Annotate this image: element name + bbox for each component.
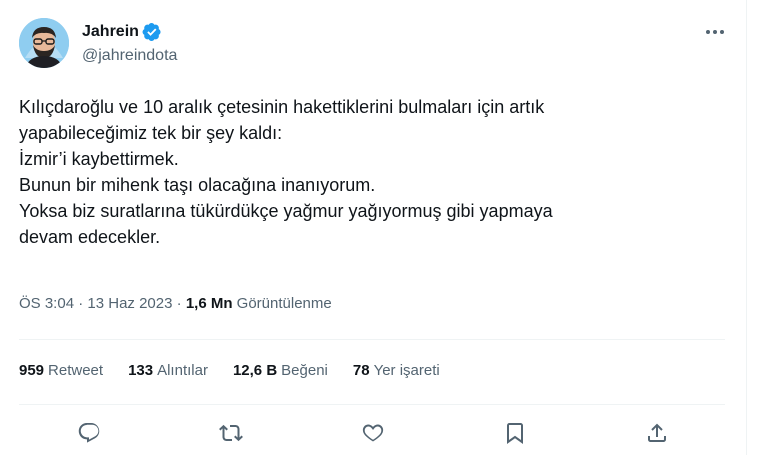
tweet-date[interactable]: 13 Haz 2023: [87, 295, 172, 312]
divider: [19, 404, 725, 405]
likes-stat[interactable]: 12,6 B Beğeni: [233, 362, 328, 379]
divider: [19, 339, 725, 340]
author-handle[interactable]: @jahreindota: [82, 47, 177, 65]
avatar-image: [19, 18, 69, 68]
engagement-stats: 959 Retweet 133 Alıntılar 12,6 B Beğeni 78 Y…: [19, 362, 465, 379]
action-bar: [0, 418, 746, 448]
meta-separator: ·: [78, 295, 84, 312]
more-icon[interactable]: [700, 22, 730, 42]
quotes-stat[interactable]: 133 Alıntılar: [128, 362, 208, 379]
tweet-card: Jahrein @jahreindota Kılıçdaroğlu ve 10 …: [0, 0, 747, 455]
views-count[interactable]: 1,6 Mn: [186, 295, 233, 312]
author-block: Jahrein @jahreindota: [82, 22, 177, 65]
retweets-stat[interactable]: 959 Retweet: [19, 362, 103, 379]
reply-icon[interactable]: [74, 418, 104, 448]
author-name[interactable]: Jahrein: [82, 23, 139, 41]
bookmarks-stat[interactable]: 78 Yer işareti: [353, 362, 440, 379]
tweet-meta: ÖS 3:04 · 13 Haz 2023 · 1,6 Mn Görüntüle…: [19, 295, 332, 312]
bookmark-icon[interactable]: [500, 418, 530, 448]
tweet-line: Yoksa biz suratlarına tükürdükçe yağmur …: [19, 201, 553, 221]
tweet-line: devam edecekler.: [19, 227, 161, 247]
tweet-text: Kılıçdaroğlu ve 10 aralık çetesinin hake…: [19, 94, 719, 250]
like-icon[interactable]: [358, 418, 388, 448]
share-icon[interactable]: [642, 418, 672, 448]
views-label: Görüntülenme: [236, 295, 332, 312]
verified-badge-icon[interactable]: [142, 22, 162, 42]
tweet-line: İzmir’i kaybettirmek.: [19, 149, 179, 169]
tweet-line: Kılıçdaroğlu ve 10 aralık çetesinin hake…: [19, 97, 545, 117]
tweet-line: Bunun bir mihenk taşı olacağına inanıyor…: [19, 175, 376, 195]
tweet-line: yapabileceğimiz tek bir şey kaldı:: [19, 123, 283, 143]
avatar[interactable]: [19, 18, 69, 68]
meta-separator: ·: [176, 295, 182, 312]
tweet-time[interactable]: ÖS 3:04: [19, 295, 74, 312]
retweet-icon[interactable]: [216, 418, 246, 448]
